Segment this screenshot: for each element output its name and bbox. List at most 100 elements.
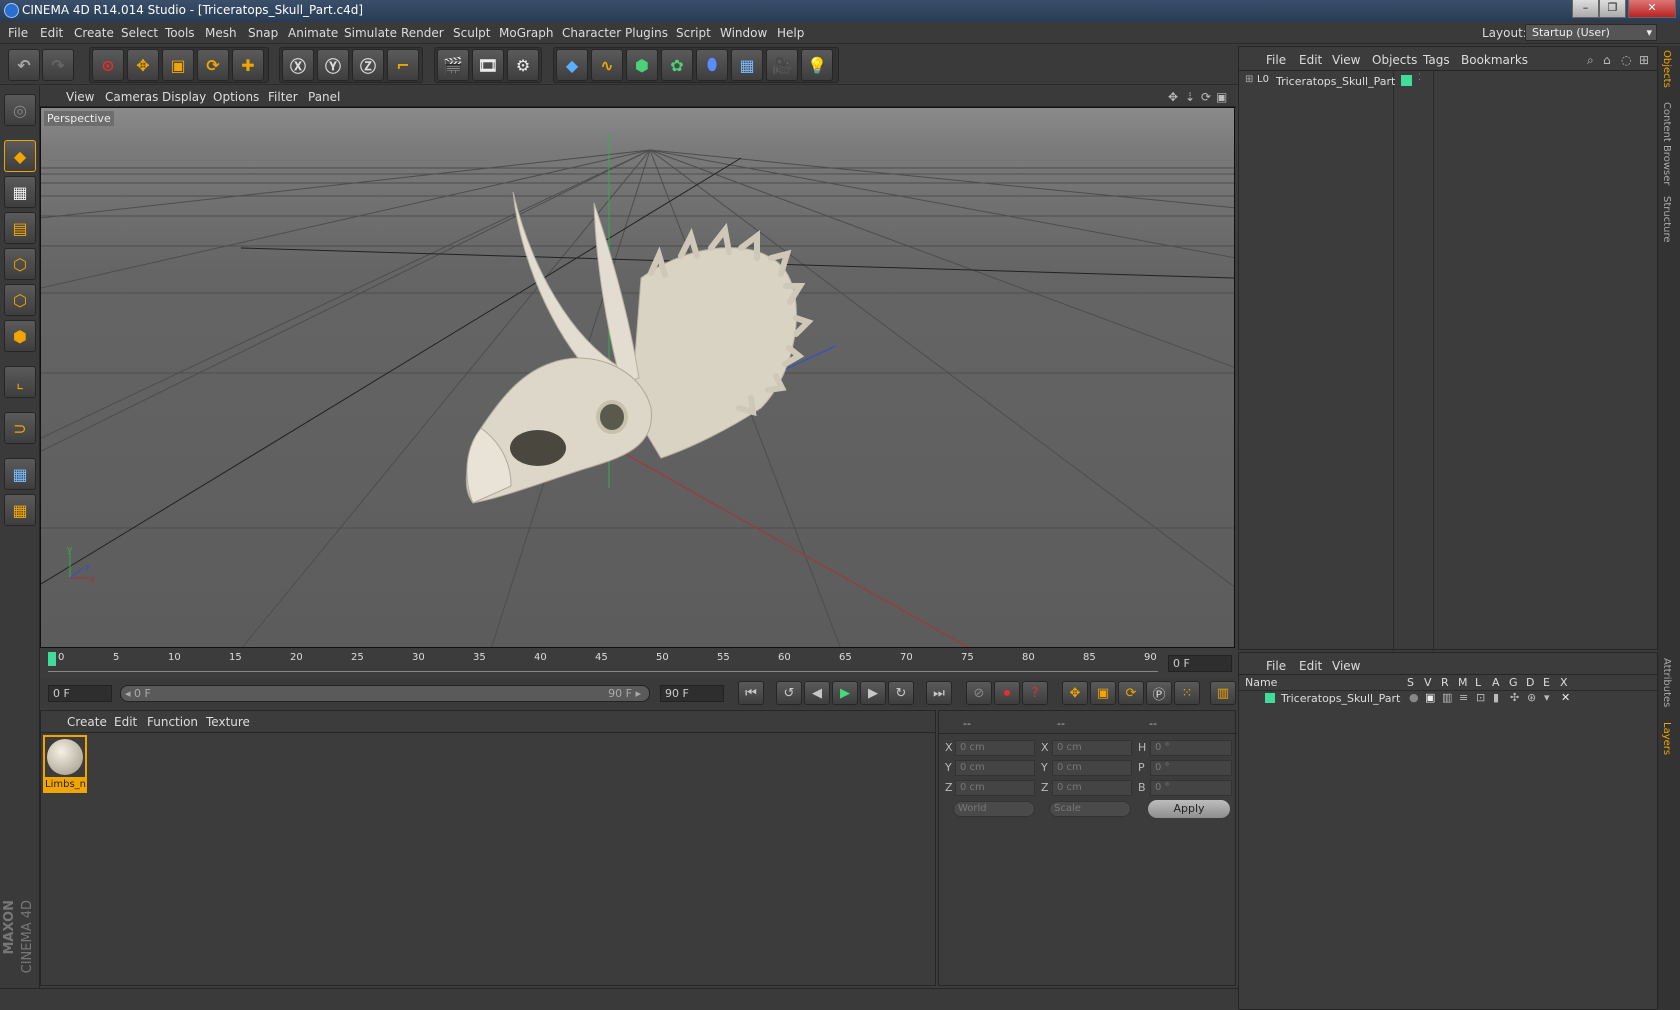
viewport-menu-panel[interactable]: Panel	[308, 90, 340, 104]
nurbs-button[interactable]: ⬢	[626, 49, 658, 81]
visibility-dots-icon[interactable]: ⁚	[1418, 73, 1421, 83]
viewport-layout-icon[interactable]: ▣	[1216, 90, 1227, 104]
viewport-menu-view[interactable]: View	[66, 90, 94, 104]
timeline-window-button[interactable]: ▥	[1210, 681, 1236, 705]
column-xref[interactable]: X	[1560, 676, 1568, 689]
apply-button[interactable]: Apply	[1148, 800, 1230, 818]
render-view-button[interactable]: 🎬	[437, 49, 469, 81]
timeline-ruler[interactable]: 0 5 10 15 20 25 30 35 40 45 50 55 60 65 …	[40, 650, 1236, 676]
layer-menu-file[interactable]: File	[1266, 659, 1286, 673]
render-picture-viewer-button[interactable]: 🎞	[472, 49, 504, 81]
texture-mode-button[interactable]: ▦	[4, 176, 36, 208]
viewport-menu-cameras[interactable]: Cameras	[105, 90, 158, 104]
position-y-field[interactable]: 0 cm	[955, 760, 1035, 776]
size-x-field[interactable]: 0 cm	[1052, 740, 1132, 756]
key-parameter-button[interactable]: Ⓟ	[1146, 681, 1172, 705]
tab-content-browser[interactable]: Content Browser	[1661, 102, 1672, 185]
perspective-viewport[interactable]: y x z Perspective	[40, 107, 1235, 648]
menu-window[interactable]: Window	[720, 26, 767, 40]
expression-icon[interactable]: ▾	[1544, 691, 1550, 704]
auto-keying-button[interactable]: ⏺	[994, 681, 1020, 705]
menu-plugins[interactable]: Plugins	[625, 26, 668, 40]
tab-structure[interactable]: Structure	[1661, 196, 1672, 243]
menu-edit[interactable]: Edit	[40, 26, 63, 40]
floor-button[interactable]: ▦	[731, 49, 763, 81]
goto-end-button[interactable]: ⏭	[926, 681, 952, 705]
layer-row[interactable]: Triceratops_Skull_Part ● ▣ ▥ ≡ ⊡ ▮ ✣ ⊛ ▾…	[1239, 691, 1657, 708]
maximize-button[interactable]: ❐	[1599, 0, 1626, 18]
keyframe-selection-button[interactable]: ?	[1022, 681, 1048, 705]
key-scale-button[interactable]: ▣	[1090, 681, 1116, 705]
key-position-button[interactable]: ✥	[1062, 681, 1088, 705]
layer-color-tag[interactable]	[1401, 75, 1412, 86]
end-frame-field[interactable]: 90 F	[660, 685, 724, 702]
material-menu-function[interactable]: Function	[147, 715, 198, 729]
column-deformers[interactable]: D	[1526, 676, 1534, 689]
generator-icon[interactable]: ✣	[1510, 691, 1519, 704]
animation-icon[interactable]: ▮	[1493, 691, 1499, 704]
column-animation[interactable]: A	[1492, 676, 1500, 689]
menu-create[interactable]: Create	[74, 26, 114, 40]
eye-icon[interactable]: ◌	[1621, 53, 1631, 67]
timeline-playhead[interactable]	[48, 652, 56, 666]
rotate-button[interactable]: ⟳	[197, 49, 229, 81]
prev-key-button[interactable]: ↺	[776, 681, 802, 705]
edges-mode-button[interactable]: ⬡	[4, 284, 36, 316]
add-tool-button[interactable]: ✚	[232, 49, 264, 81]
rotation-p-field[interactable]: 0 °	[1150, 760, 1232, 776]
position-z-field[interactable]: 0 cm	[955, 780, 1035, 796]
home-icon[interactable]: ⌂	[1603, 53, 1611, 67]
object-menu-view[interactable]: View	[1332, 53, 1360, 67]
material-menu-edit[interactable]: Edit	[114, 715, 137, 729]
viewport-rotate-icon[interactable]: ⟳	[1201, 90, 1211, 104]
close-button[interactable]: ✕	[1628, 0, 1676, 18]
menu-render[interactable]: Render	[401, 26, 444, 40]
light-button[interactable]: 💡	[801, 49, 833, 81]
object-menu-file[interactable]: File	[1266, 53, 1286, 67]
redo-button[interactable]: ↷	[42, 49, 74, 81]
menu-select[interactable]: Select	[121, 26, 158, 40]
material-menu-texture[interactable]: Texture	[206, 715, 250, 729]
viewport-menu-filter[interactable]: Filter	[268, 90, 298, 104]
record-keys-button[interactable]: ⊘	[966, 681, 992, 705]
deformer-icon[interactable]: ⊛	[1527, 691, 1536, 704]
menu-sculpt[interactable]: Sculpt	[453, 26, 490, 40]
workplane-mode-button[interactable]: ▤	[4, 212, 36, 244]
view-icon[interactable]: ▣	[1425, 691, 1435, 704]
layout-select[interactable]: Startup (User) ▾	[1525, 24, 1657, 41]
live-selection-button[interactable]: ⊙	[92, 49, 124, 81]
material-swatch[interactable]: Limbs_n	[43, 735, 87, 793]
object-menu-objects[interactable]: Objects	[1372, 53, 1417, 67]
camera-button[interactable]: 🎥	[766, 49, 798, 81]
y-axis-lock-button[interactable]: Ⓨ	[317, 49, 349, 81]
layer-menu-edit[interactable]: Edit	[1299, 659, 1322, 673]
column-view[interactable]: V	[1424, 676, 1432, 689]
axis-mode-button[interactable]: ⌞	[4, 366, 36, 398]
snap-button[interactable]: ⊃	[4, 412, 36, 444]
menu-character[interactable]: Character	[562, 26, 621, 40]
menu-snap[interactable]: Snap	[248, 26, 278, 40]
tab-objects[interactable]: Objects	[1661, 50, 1672, 88]
position-x-field[interactable]: 0 cm	[955, 740, 1035, 756]
column-render[interactable]: R	[1441, 676, 1449, 689]
tab-layers[interactable]: Layers	[1661, 722, 1672, 755]
layer-color-swatch[interactable]	[1265, 693, 1275, 703]
xref-icon[interactable]: ✕	[1561, 691, 1570, 704]
expand-icon[interactable]: ⊞	[1245, 74, 1253, 85]
prev-frame-button[interactable]: ◀	[804, 681, 830, 705]
array-button[interactable]: ✿	[661, 49, 693, 81]
lock-icon[interactable]: ⊡	[1476, 691, 1485, 704]
column-manager[interactable]: M	[1458, 676, 1468, 689]
deformer-button[interactable]: ⬮	[696, 49, 728, 81]
polygons-mode-button[interactable]: ⬢	[4, 320, 36, 352]
material-menu-create[interactable]: Create	[67, 715, 107, 729]
column-generators[interactable]: G	[1509, 676, 1518, 689]
column-solo[interactable]: S	[1407, 676, 1414, 689]
workplane-lock-button[interactable]: ▦	[4, 458, 36, 490]
next-key-button[interactable]: ↻	[888, 681, 914, 705]
menu-script[interactable]: Script	[676, 26, 711, 40]
model-mode-button[interactable]: ◆	[4, 140, 36, 172]
layer-menu-view[interactable]: View	[1332, 659, 1360, 673]
goto-start-button[interactable]: ⏮	[738, 681, 764, 705]
triceratops-skull-model[interactable]	[465, 191, 814, 504]
